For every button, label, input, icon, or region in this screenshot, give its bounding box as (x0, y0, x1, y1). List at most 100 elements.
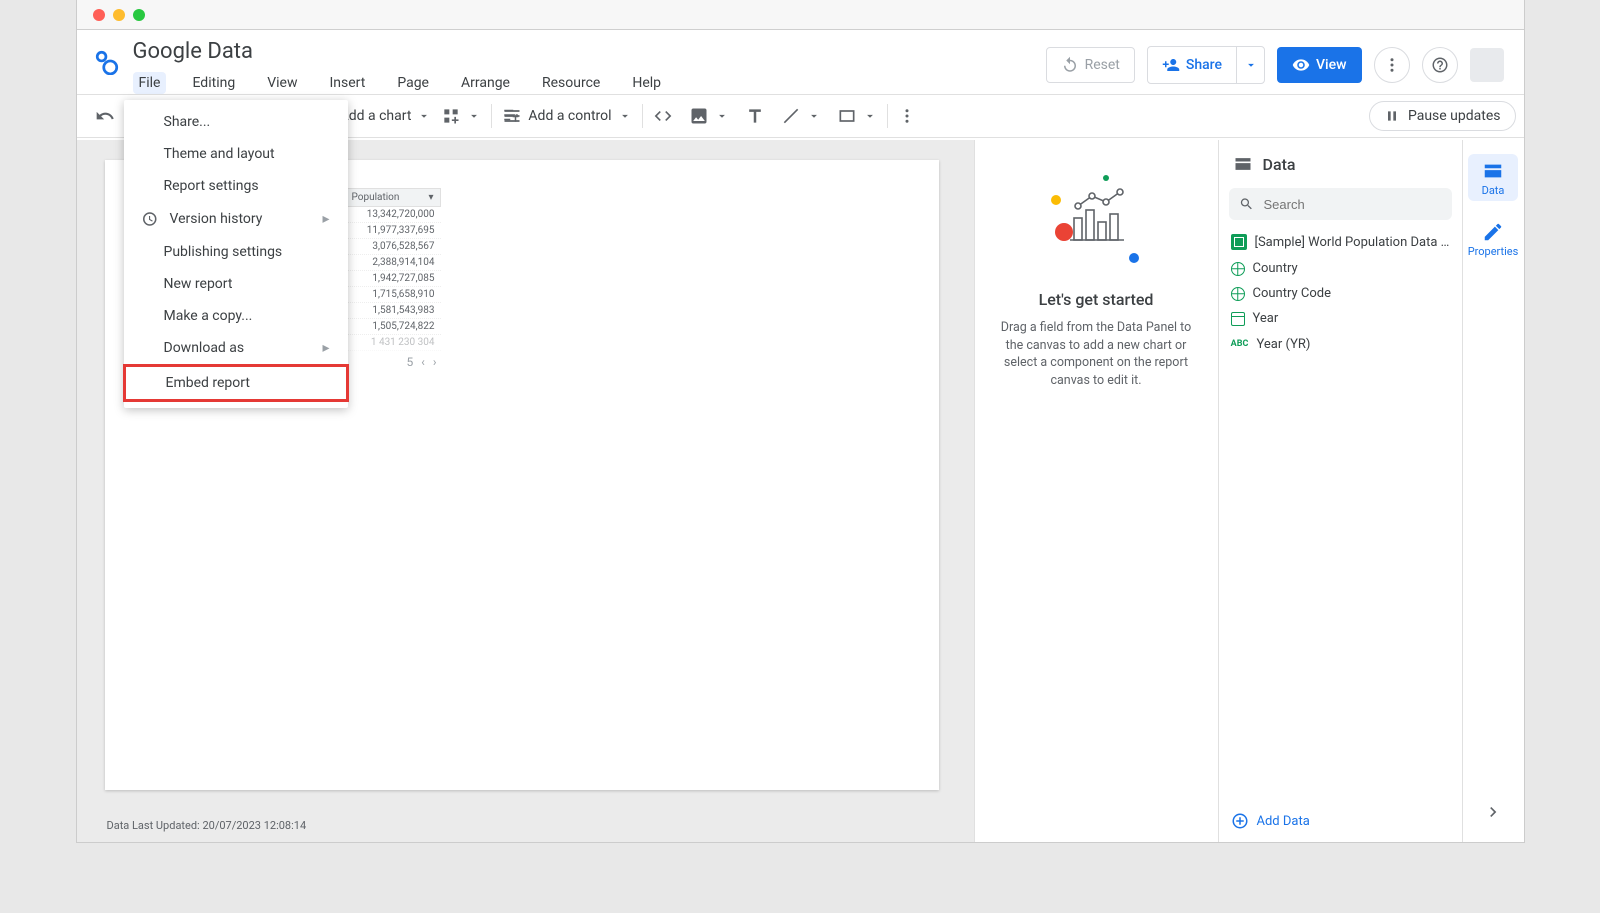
abc-type-icon: ABC (1231, 336, 1249, 352)
image-button[interactable] (689, 106, 729, 126)
share-button[interactable]: Share (1148, 47, 1236, 83)
url-embed-button[interactable] (653, 106, 673, 126)
globe-icon (1231, 262, 1245, 276)
file-menu-dropdown: Share... Theme and layout Report setting… (124, 100, 348, 408)
image-icon (689, 106, 709, 126)
view-button[interactable]: View (1277, 47, 1362, 83)
search-icon (1239, 196, 1254, 212)
table-row: 3,076,528,567 (345, 239, 441, 255)
get-started-text: Drag a field from the Data Panel to the … (993, 319, 1200, 389)
chevron-right-icon (1483, 802, 1503, 822)
help-icon (1431, 56, 1449, 74)
pager-prev[interactable]: ‹ (421, 355, 425, 369)
menu-resource[interactable]: Resource (536, 72, 606, 94)
datasource-row[interactable]: [Sample] World Population Data 2005 - ..… (1219, 224, 1462, 256)
document-title[interactable]: Google Data (133, 38, 668, 66)
sheets-icon (1231, 234, 1247, 250)
table-row: 1,581,543,983 (345, 303, 441, 319)
table-row: 13,342,720,000 (345, 207, 441, 223)
history-icon (140, 210, 158, 228)
pager-next[interactable]: › (433, 355, 437, 369)
menu-arrange[interactable]: Arrange (455, 72, 516, 94)
get-started-panel: Let's get started Drag a field from the … (974, 140, 1218, 842)
expand-panel-button[interactable] (1483, 802, 1503, 826)
menu-file[interactable]: File (133, 72, 167, 94)
data-panel: Data [Sample] World Population Data 2005… (1218, 140, 1462, 842)
line-button[interactable] (781, 106, 821, 126)
table-header[interactable]: Population ▾ (345, 188, 441, 207)
add-chart-label: Add a chart (340, 108, 412, 124)
right-tab-data[interactable]: Data (1468, 154, 1518, 201)
eye-icon (1292, 56, 1310, 74)
field-country[interactable]: Country (1219, 256, 1462, 281)
get-started-title: Let's get started (1039, 290, 1154, 309)
data-last-updated: Data Last Updated: 20/07/2023 12:08:14 (107, 819, 307, 832)
right-tab-data-label: Data (1482, 184, 1505, 197)
menu-editing[interactable]: Editing (186, 72, 241, 94)
reset-label: Reset (1085, 57, 1120, 73)
data-panel-title: Data (1263, 155, 1296, 174)
right-tab-properties[interactable]: Properties (1468, 215, 1518, 262)
pause-updates-button[interactable]: Pause updates (1369, 101, 1516, 131)
menu-publishing-settings[interactable]: Publishing settings (124, 236, 348, 268)
app-header: Google Data File Editing View Insert Pag… (77, 30, 1524, 94)
reset-button[interactable]: Reset (1046, 47, 1135, 83)
menu-share[interactable]: Share... (124, 106, 348, 138)
pager-count: 5 (407, 355, 414, 369)
datasource-name: [Sample] World Population Data 2005 - ..… (1255, 235, 1450, 250)
caret-down-icon (863, 109, 877, 123)
toolbar-more-button[interactable] (898, 107, 916, 125)
data-search-input[interactable] (1262, 196, 1442, 213)
looker-studio-logo (91, 46, 123, 78)
table-row: 1 431 230 304 (345, 335, 441, 351)
add-control-button[interactable]: Add a control (502, 106, 631, 126)
more-options-button[interactable] (1374, 47, 1410, 83)
menu-embed-report[interactable]: Embed report (123, 364, 349, 402)
code-icon (653, 106, 673, 126)
window-close-dot[interactable] (93, 9, 105, 21)
caret-down-icon (467, 109, 481, 123)
field-year-yr[interactable]: ABCYear (YR) (1219, 331, 1462, 357)
field-year[interactable]: Year (1219, 306, 1462, 331)
text-button[interactable] (745, 106, 765, 126)
help-button[interactable] (1422, 47, 1458, 83)
sort-down-icon: ▾ (428, 192, 433, 203)
globe-icon (1231, 287, 1245, 301)
menu-theme-layout[interactable]: Theme and layout (124, 138, 348, 170)
table-row: 11,977,337,695 (345, 223, 441, 239)
community-viz-button[interactable] (441, 106, 481, 126)
window-minimize-dot[interactable] (113, 9, 125, 21)
menu-download-as[interactable]: Download as▸ (124, 332, 348, 364)
share-label: Share (1186, 57, 1222, 73)
table-header-label: Population (352, 192, 400, 203)
right-tabs: Data Properties (1462, 140, 1524, 842)
menu-page[interactable]: Page (391, 72, 435, 94)
rectangle-icon (837, 106, 857, 126)
shape-button[interactable] (837, 106, 877, 126)
add-data-link[interactable]: Add Data (1219, 799, 1462, 842)
data-tab-icon (1482, 160, 1504, 182)
undo-button[interactable] (95, 106, 115, 126)
menu-report-settings[interactable]: Report settings (124, 170, 348, 202)
share-dropdown-caret[interactable] (1236, 47, 1264, 83)
table-chart[interactable]: Population ▾ 13,342,720,000 11,977,337,6… (345, 188, 441, 369)
pause-icon (1384, 108, 1400, 124)
pencil-icon (1482, 221, 1504, 243)
pause-label: Pause updates (1408, 108, 1501, 124)
menu-version-history[interactable]: Version history ▸ (124, 202, 348, 236)
menu-help[interactable]: Help (626, 72, 667, 94)
window-maximize-dot[interactable] (133, 9, 145, 21)
menubar: File Editing View Insert Page Arrange Re… (133, 72, 668, 94)
line-icon (781, 106, 801, 126)
field-country-code[interactable]: Country Code (1219, 281, 1462, 306)
menu-new-report[interactable]: New report (124, 268, 348, 300)
account-avatar[interactable] (1470, 48, 1504, 82)
view-label: View (1316, 57, 1347, 73)
undo-icon (95, 106, 115, 126)
menu-make-copy[interactable]: Make a copy... (124, 300, 348, 332)
grid-plus-icon (441, 106, 461, 126)
data-search[interactable] (1229, 188, 1452, 220)
more-vert-icon (898, 107, 916, 125)
menu-insert[interactable]: Insert (323, 72, 371, 94)
menu-view[interactable]: View (261, 72, 303, 94)
